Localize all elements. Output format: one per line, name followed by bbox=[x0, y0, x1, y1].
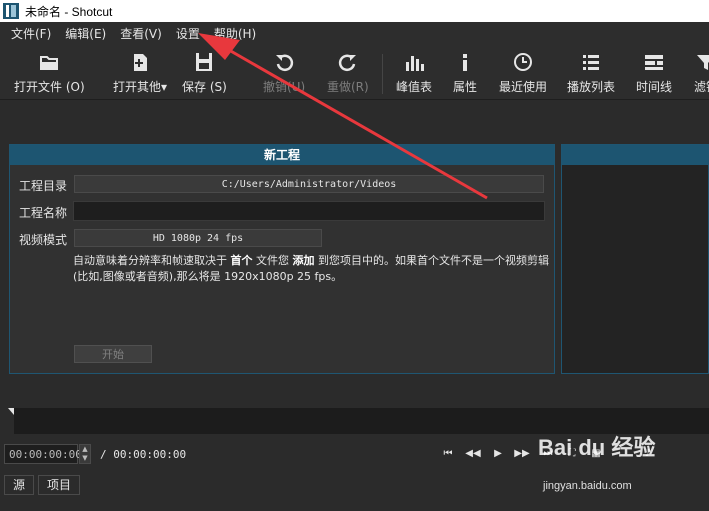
undo-icon bbox=[276, 54, 294, 72]
menu-edit[interactable]: 编辑(E) bbox=[58, 25, 113, 42]
project-dir-button[interactable]: C:/Users/Administrator/Videos bbox=[74, 175, 544, 193]
menu-bar: 文件(F) 编辑(E) 查看(V) 设置 帮助(H) bbox=[0, 22, 709, 44]
start-button[interactable]: 开始 bbox=[74, 345, 152, 363]
preview-panel bbox=[561, 144, 709, 374]
properties-button[interactable]: 属性 bbox=[453, 50, 477, 95]
desc-text-1: 自动意味着分辨率和帧速取决于 bbox=[73, 254, 231, 267]
redo-button[interactable]: 重做(R) bbox=[327, 50, 369, 95]
watermark-url: jingyan.baidu.com bbox=[543, 480, 632, 492]
project-name-label: 工程名称 bbox=[19, 206, 68, 220]
menu-file[interactable]: 文件(F) bbox=[4, 25, 58, 42]
desc-bold-first: 首个 bbox=[230, 254, 253, 267]
save-label: 保存 (S) bbox=[182, 80, 227, 94]
window-title: 未命名 - Shotcut bbox=[25, 4, 113, 19]
filters-label: 滤镜 bbox=[694, 80, 709, 94]
project-dir-label: 工程目录 bbox=[19, 179, 68, 193]
video-mode-label: 视频模式 bbox=[19, 233, 68, 247]
desc-bold-add: 添加 bbox=[292, 254, 315, 267]
list-icon bbox=[583, 55, 599, 70]
undo-button[interactable]: 撤销(U) bbox=[263, 50, 305, 95]
baidu-watermark: Bai du 经验 bbox=[538, 430, 655, 462]
desc-text-2: 文件您 bbox=[252, 254, 293, 267]
save-button[interactable]: 保存 (S) bbox=[182, 50, 227, 95]
peak-meter-button[interactable]: 峰值表 bbox=[396, 50, 432, 95]
menu-help[interactable]: 帮助(H) bbox=[207, 25, 263, 42]
clock-icon bbox=[514, 53, 532, 71]
open-other-button[interactable]: 打开其他▾ bbox=[113, 50, 167, 95]
menu-view[interactable]: 查看(V) bbox=[113, 25, 169, 42]
tab-project[interactable]: 项目 bbox=[38, 475, 81, 495]
filter-funnel-icon bbox=[697, 55, 709, 70]
main-toolbar: 打开文件 (O) 打开其他▾ 保存 (S) 撤销(U) 重做(R) 峰值表 属性… bbox=[0, 44, 709, 100]
preview-panel-header bbox=[562, 145, 708, 165]
playlist-button[interactable]: 播放列表 bbox=[567, 50, 615, 95]
recent-label: 最近使用 bbox=[499, 80, 548, 94]
shotcut-app-icon bbox=[3, 3, 19, 19]
toolbar-separator bbox=[382, 54, 383, 94]
new-project-panel: 新工程 工程目录 C:/Users/Administrator/Videos 工… bbox=[9, 144, 555, 374]
video-mode-select[interactable]: HD 1080p 24 fps bbox=[74, 229, 322, 247]
add-file-icon bbox=[134, 54, 148, 71]
redo-icon bbox=[338, 54, 356, 72]
skip-to-start-icon[interactable]: ⏮ bbox=[440, 446, 456, 462]
timeline-icon bbox=[645, 55, 663, 70]
new-project-header: 新工程 bbox=[10, 145, 554, 165]
playlist-label: 播放列表 bbox=[567, 80, 616, 94]
open-other-dropdown-arrow[interactable]: ▾ bbox=[161, 80, 167, 94]
fast-forward-icon[interactable]: ▶▶ bbox=[514, 446, 530, 462]
redo-label: 重做(R) bbox=[327, 80, 369, 94]
undo-label: 撤销(U) bbox=[263, 80, 306, 94]
peak-meter-icon bbox=[406, 56, 424, 71]
spin-up-icon[interactable]: ▲ bbox=[80, 445, 90, 454]
info-icon bbox=[463, 54, 467, 71]
panel-tabs: 源 项目 bbox=[4, 475, 84, 495]
tab-source[interactable]: 源 bbox=[4, 475, 35, 495]
duration-timecode: / 00:00:00:00 bbox=[100, 448, 187, 461]
open-folder-icon bbox=[40, 56, 59, 70]
timeline-button[interactable]: 时间线 bbox=[636, 50, 672, 95]
properties-label: 属性 bbox=[453, 80, 478, 94]
save-disk-icon bbox=[196, 53, 213, 71]
rewind-icon[interactable]: ◀◀ bbox=[465, 446, 481, 462]
timeline-label: 时间线 bbox=[636, 80, 673, 94]
recent-button[interactable]: 最近使用 bbox=[499, 50, 547, 95]
play-icon[interactable]: ▶ bbox=[490, 446, 506, 462]
peak-meter-label: 峰值表 bbox=[396, 80, 433, 94]
menu-settings[interactable]: 设置 bbox=[169, 25, 207, 42]
open-file-label: 打开文件 (O) bbox=[14, 80, 85, 94]
open-file-button[interactable]: 打开文件 (O) bbox=[14, 50, 85, 95]
spin-down-icon[interactable]: ▼ bbox=[80, 454, 90, 463]
baidu-jingyan-logo: Bai du 经验 bbox=[538, 435, 656, 460]
open-other-label: 打开其他 bbox=[113, 80, 162, 94]
timecode-spinner[interactable]: ▲ ▼ bbox=[79, 444, 91, 464]
project-name-input[interactable] bbox=[73, 201, 545, 221]
filters-button[interactable]: 滤镜 bbox=[694, 50, 709, 95]
position-timecode-input[interactable]: 00:00:00:00 bbox=[4, 444, 82, 464]
video-mode-description: 自动意味着分辨率和帧速取决于 首个 文件您 添加 到您项目中的。如果首个文件不是… bbox=[73, 253, 551, 285]
window-titlebar: 未命名 - Shotcut bbox=[0, 0, 709, 22]
